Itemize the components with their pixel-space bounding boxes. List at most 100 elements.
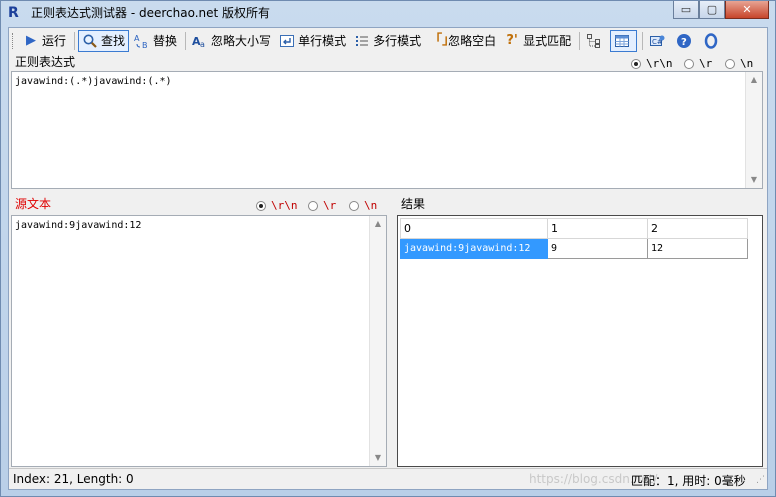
radio-selected-icon: [256, 200, 266, 211]
scroll-down-icon[interactable]: ▼: [370, 450, 386, 466]
source-scrollbar[interactable]: ▲ ▼: [369, 216, 386, 466]
radio-label: \r: [323, 199, 337, 212]
scroll-up-icon[interactable]: ▲: [746, 72, 762, 88]
tree-icon: [586, 33, 602, 49]
client-area: ▶ 运行 查找 AB 替换 Aa 忽略大小写 单行模式 多行模式 「」 忽略空白…: [8, 27, 768, 490]
svg-text:?: ?: [681, 37, 687, 48]
window-title: 正则表达式测试器 - deerchao.net 版权所有: [31, 6, 271, 20]
about-button[interactable]: [700, 30, 725, 52]
status-bar: Index: 21, Length: 0 https://blog.csdn.n…: [9, 468, 767, 489]
source-newline-crlf[interactable]: \r\n: [256, 199, 298, 212]
explicit-capture-label: 显式匹配: [523, 34, 572, 48]
toolbar-separator: [185, 31, 187, 50]
toolbar-separator: [74, 31, 76, 50]
find-label: 查找: [101, 34, 126, 48]
close-button[interactable]: ✕: [725, 1, 769, 19]
app-icon: R: [8, 5, 19, 21]
regex-newline-crlf[interactable]: \r\n: [631, 57, 673, 70]
minimize-button[interactable]: ▭: [673, 1, 699, 19]
scroll-down-icon[interactable]: ▼: [746, 172, 762, 188]
toolbar-grip[interactable]: [12, 32, 16, 49]
close-icon: ✕: [742, 3, 752, 16]
regex-newline-cr[interactable]: \r: [684, 57, 712, 70]
results-header-cell[interactable]: 1: [547, 218, 648, 239]
replace-button[interactable]: AB 替换: [131, 30, 180, 52]
ignore-case-button[interactable]: Aa 忽略大小写: [189, 30, 274, 52]
maximize-button[interactable]: ▢: [699, 1, 725, 19]
source-text: javawind:9javawind:12: [15, 220, 142, 231]
svg-text:a: a: [200, 40, 205, 49]
toolbar: ▶ 运行 查找 AB 替换 Aa 忽略大小写 单行模式 多行模式 「」 忽略空白…: [9, 28, 767, 53]
help-icon: ?: [676, 33, 692, 49]
results-cell[interactable]: 9: [547, 238, 648, 259]
radio-label: \r: [699, 57, 713, 70]
regex-input[interactable]: javawind:(.*)javawind:(.*) ▲ ▼: [11, 71, 763, 189]
status-match-info: 匹配：1, 用时: 0毫秒: [631, 474, 746, 488]
toolbar-separator: [642, 31, 644, 50]
table-row[interactable]: javawind:9javawind:12 9 12: [400, 238, 748, 259]
single-line-label: 单行模式: [298, 34, 347, 48]
app-window: R 正则表达式测试器 - deerchao.net 版权所有 ▭ ▢ ✕ ▶ 运…: [0, 0, 776, 497]
run-button[interactable]: ▶ 运行: [20, 30, 69, 52]
results-cell-selected[interactable]: javawind:9javawind:12: [400, 238, 548, 259]
radio-label: \r\n: [271, 199, 298, 212]
radio-label: \n: [364, 199, 378, 212]
magnifier-icon: [82, 33, 98, 49]
single-line-button[interactable]: 单行模式: [276, 30, 349, 52]
replace-icon: AB: [134, 33, 150, 50]
ignore-case-label: 忽略大小写: [211, 34, 272, 48]
ignore-whitespace-button[interactable]: 「」 忽略空白: [426, 30, 499, 52]
status-index: Index: 21, Length: 0: [13, 472, 134, 486]
source-newline-cr[interactable]: \r: [308, 199, 336, 212]
radio-icon: [349, 200, 359, 211]
results-grid[interactable]: 0 1 2 javawind:9javawind:12 9 12: [397, 215, 763, 467]
table-view-button[interactable]: [610, 29, 638, 52]
results-table: 0 1 2 javawind:9javawind:12 9 12: [400, 218, 748, 259]
source-newline-lf[interactable]: \n: [349, 199, 377, 212]
scroll-up-icon[interactable]: ▲: [370, 216, 386, 232]
source-label: 源文本: [15, 197, 52, 211]
ring-icon: [703, 32, 719, 49]
results-header-row: 0 1 2: [400, 218, 748, 239]
explicit-capture-button[interactable]: ?' 显式匹配: [501, 30, 574, 52]
radio-label: \r\n: [646, 57, 673, 70]
minimize-icon: ▭: [680, 3, 692, 16]
svg-text:B: B: [142, 41, 148, 49]
table-icon: [614, 33, 630, 49]
regex-newline-lf[interactable]: \n: [725, 57, 753, 70]
code-icon: C#: [649, 33, 665, 49]
source-text-input[interactable]: javawind:9javawind:12 ▲ ▼: [11, 215, 387, 467]
case-icon: Aa: [192, 33, 208, 49]
tree-view-button[interactable]: [583, 30, 608, 52]
toolbar-separator: [579, 31, 581, 50]
multi-line-label: 多行模式: [373, 34, 422, 48]
brackets-icon: 「」: [429, 32, 456, 48]
multi-line-button[interactable]: 多行模式: [351, 30, 424, 52]
radio-icon: [308, 200, 318, 211]
svg-text:A: A: [134, 34, 140, 43]
play-icon: ▶: [26, 32, 36, 48]
find-button[interactable]: 查找: [78, 29, 130, 52]
code-gen-button[interactable]: C#: [646, 30, 671, 52]
regex-text: javawind:(.*)javawind:(.*): [15, 76, 172, 87]
regex-scrollbar[interactable]: ▲ ▼: [745, 72, 762, 188]
results-header-cell[interactable]: 0: [400, 218, 548, 239]
radio-selected-icon: [631, 58, 641, 69]
ignore-whitespace-label: 忽略空白: [448, 34, 497, 48]
results-cell[interactable]: 12: [647, 238, 748, 259]
maximize-icon: ▢: [706, 3, 718, 16]
question-icon: ?': [506, 32, 518, 48]
results-header-cell[interactable]: 2: [647, 218, 748, 239]
results-label: 结果: [401, 197, 426, 211]
run-label: 运行: [42, 34, 67, 48]
radio-icon: [684, 58, 694, 69]
help-button[interactable]: ?: [673, 30, 698, 52]
list-icon: [354, 33, 370, 49]
radio-icon: [725, 58, 735, 69]
regex-label: 正则表达式: [15, 55, 76, 69]
resize-grip-icon[interactable]: ⋰: [756, 475, 765, 485]
radio-label: \n: [740, 57, 754, 70]
single-line-icon: [279, 33, 295, 49]
replace-label: 替换: [153, 34, 178, 48]
title-bar[interactable]: R 正则表达式测试器 - deerchao.net 版权所有 ▭ ▢ ✕: [1, 1, 775, 27]
